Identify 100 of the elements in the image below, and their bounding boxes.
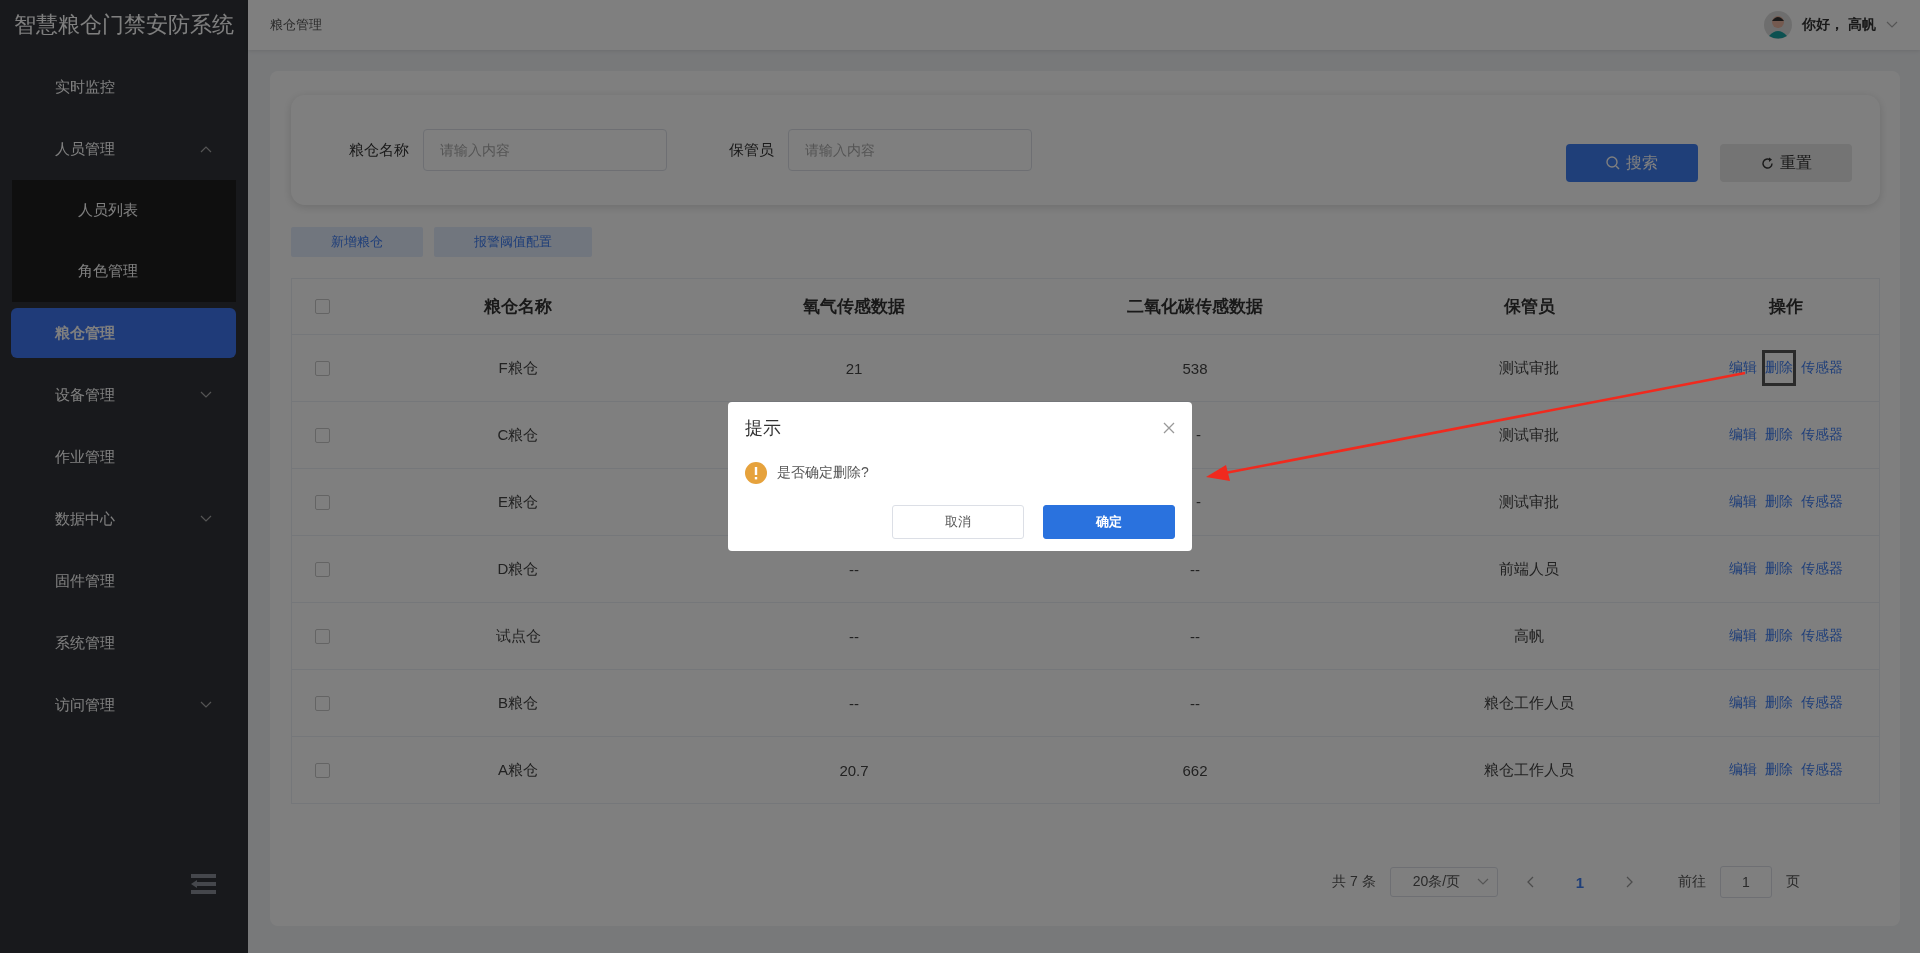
chevron-down-icon (1886, 21, 1898, 29)
action-link[interactable]: 删除 (1761, 484, 1796, 520)
table-cell: - (1196, 493, 1201, 510)
submenu-item[interactable]: 角色管理 (12, 241, 236, 302)
table-cell-text: 试点仓 (494, 626, 542, 646)
menu-item[interactable]: 实时监控 (11, 62, 236, 112)
row-checkbox[interactable] (314, 561, 330, 577)
action-link[interactable]: 编辑 (1725, 618, 1760, 654)
action-link[interactable]: 删除 (1761, 417, 1796, 453)
page-number[interactable]: 1 (1547, 873, 1612, 891)
table-cell: - (1196, 426, 1201, 443)
total-count: 共 7 条 (1332, 873, 1376, 891)
column-header: 氧气传感数据 (802, 296, 906, 318)
chevron-down-icon (200, 701, 212, 709)
table-cell-text: 538 (1181, 359, 1209, 377)
cancel-button[interactable]: 取消 (892, 505, 1024, 539)
row-checkbox[interactable] (314, 762, 330, 778)
menu-item[interactable]: 固件管理 (11, 556, 236, 606)
menu-item[interactable]: 粮仓管理 (11, 308, 236, 358)
column-header: 操作 (1767, 296, 1804, 318)
table-cell-text: 前端人员 (1498, 559, 1560, 579)
table-cell-text: C粮仓 (496, 425, 540, 445)
menu-item[interactable]: 人员管理 (11, 124, 236, 174)
submenu-item[interactable]: 人员列表 (12, 180, 236, 241)
table-cell-text: -- (1189, 694, 1201, 712)
field-label: 保管员 (729, 140, 774, 160)
action-link[interactable]: 编辑 (1725, 350, 1760, 386)
avatar-icon (1764, 11, 1793, 39)
page-size-select[interactable]: 20条/页 (1389, 867, 1498, 897)
warning-icon (745, 462, 767, 484)
action-link[interactable]: 传感器 (1797, 618, 1846, 654)
table-cell-text: -- (848, 694, 860, 712)
search-button[interactable]: 搜索 (1566, 144, 1698, 182)
next-page-icon[interactable] (1626, 876, 1634, 888)
dialog-title: 提示 (745, 417, 781, 440)
table-cell-text: 21 (844, 359, 864, 377)
row-checkbox[interactable] (314, 494, 330, 510)
table-cell-text: B粮仓 (497, 693, 539, 713)
table-cell-text: -- (1189, 627, 1201, 645)
select-all-checkbox[interactable] (314, 299, 330, 314)
row-checkbox[interactable] (314, 360, 330, 376)
row-checkbox[interactable] (314, 427, 330, 443)
action-link[interactable]: 传感器 (1797, 350, 1846, 386)
confirm-button[interactable]: 确定 (1043, 505, 1175, 539)
action-link[interactable]: 传感器 (1797, 551, 1846, 587)
reset-button[interactable]: 重置 (1720, 144, 1852, 182)
chevron-down-icon (200, 391, 212, 399)
table-cell-text: 高帆 (1513, 626, 1545, 646)
menu-item[interactable]: 作业管理 (11, 432, 236, 482)
action-link[interactable]: 编辑 (1725, 551, 1760, 587)
action-link[interactable]: 编辑 (1725, 685, 1760, 721)
chevron-down-icon (200, 515, 212, 523)
table-cell-text: F粮仓 (497, 358, 539, 378)
refresh-icon (1760, 156, 1774, 170)
user-greeting[interactable]: 你好， 高帆 (1802, 16, 1876, 34)
table-cell-text: 测试审批 (1498, 425, 1560, 445)
goto-label: 前往 (1678, 873, 1706, 891)
row-checkbox[interactable] (314, 695, 330, 711)
column-header: 粮仓名称 (482, 296, 553, 318)
column-header: 保管员 (1502, 296, 1556, 318)
goto-suffix: 页 (1786, 873, 1800, 891)
action-link[interactable]: 传感器 (1797, 417, 1846, 453)
menu-item[interactable]: 访问管理 (11, 680, 236, 730)
app-title: 智慧粮仓门禁安防系统 (13, 11, 235, 39)
close-icon[interactable] (1163, 422, 1175, 434)
action-link[interactable]: 编辑 (1725, 484, 1760, 520)
toolbar-button[interactable]: 报警阈值配置 (434, 227, 592, 257)
dialog-message: 是否确定删除? (777, 464, 869, 482)
menu-item[interactable]: 数据中心 (11, 494, 236, 544)
action-link[interactable]: 删除 (1761, 551, 1796, 587)
action-link[interactable]: 删除 (1761, 350, 1796, 386)
chevron-down-icon (1476, 878, 1489, 886)
action-link[interactable]: 传感器 (1797, 484, 1846, 520)
table-cell-text: 662 (1181, 761, 1209, 779)
menu-item[interactable]: 设备管理 (11, 370, 236, 420)
field-label: 粮仓名称 (349, 140, 409, 160)
toolbar-button[interactable]: 新增粮仓 (291, 227, 423, 257)
action-link[interactable]: 传感器 (1797, 752, 1846, 788)
table-cell-text: -- (848, 560, 860, 578)
table-cell-text: E粮仓 (497, 492, 539, 512)
action-link[interactable]: 删除 (1761, 685, 1796, 721)
action-link[interactable]: 删除 (1761, 618, 1796, 654)
action-link[interactable]: 编辑 (1725, 752, 1760, 788)
table-cell-text: 20.7 (838, 761, 870, 779)
row-checkbox[interactable] (314, 628, 330, 644)
goto-page-field[interactable]: 1 (1720, 866, 1772, 898)
chevron-up-icon (200, 145, 212, 153)
collapse-menu-icon[interactable] (190, 873, 216, 895)
table-cell-text: 测试审批 (1498, 358, 1560, 378)
table-cell-text: -- (848, 627, 860, 645)
menu-item[interactable]: 系统管理 (11, 618, 236, 668)
breadcrumb[interactable]: 粮仓管理 (270, 16, 322, 34)
action-link[interactable]: 编辑 (1725, 417, 1760, 453)
action-link[interactable]: 删除 (1761, 752, 1796, 788)
table-cell-text: 粮仓工作人员 (1483, 760, 1575, 780)
table-cell-text: D粮仓 (496, 559, 540, 579)
previous-page-icon[interactable] (1525, 876, 1534, 888)
action-link[interactable]: 传感器 (1797, 685, 1846, 721)
search-icon (1606, 156, 1620, 170)
table-cell-text: A粮仓 (497, 760, 539, 780)
